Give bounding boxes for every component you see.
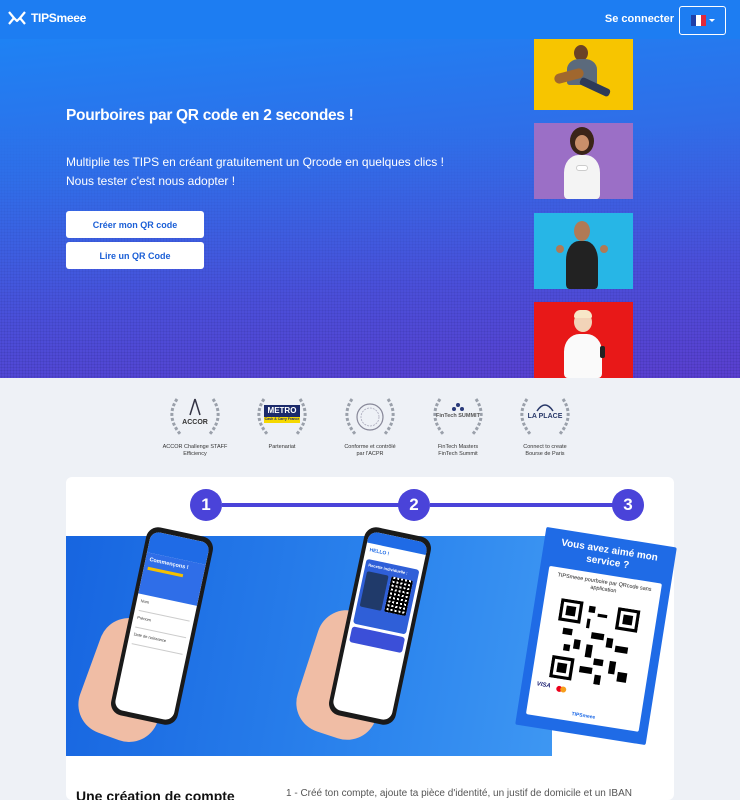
award-caption-line: Connect to create (523, 444, 567, 450)
hero-section: Pourboires par QR code en 2 secondes ! M… (0, 39, 740, 378)
chevron-down-icon (708, 19, 715, 22)
award-logo: METRO (267, 406, 297, 415)
section-title: Une création de compte (76, 788, 235, 800)
award-caption-line: Bourse de Paris (525, 451, 565, 457)
award-caption-line: Conforme et contrôlé (344, 444, 396, 450)
flyer-brand: TIPSmeee (571, 711, 596, 721)
award-logo: LA PLACE (527, 413, 563, 420)
visa-logo: VISA (536, 681, 552, 690)
step-3-badge: 3 (612, 489, 644, 521)
mastercard-icon (555, 685, 567, 693)
award-caption-line: FinTech Masters (437, 444, 479, 450)
flyer-card: TIPSmeee pourboire par QRcode sans appli… (525, 565, 662, 732)
language-selector[interactable] (679, 6, 726, 35)
step-connector (430, 503, 614, 507)
award-logo: FinTech SUMMIT (436, 413, 480, 419)
award-logo: ACCOR (182, 419, 208, 426)
brand-logo[interactable]: TIPSmeee (8, 10, 86, 26)
login-link[interactable]: Se connecter (605, 13, 674, 25)
tipsmeee-logo-icon (8, 11, 26, 25)
award-caption-line: par l'ACPR (356, 451, 384, 457)
award-caption: Partenariat (237, 444, 327, 451)
award-caption: Connect to create Bourse de Paris (500, 444, 590, 458)
qr-code-icon (548, 598, 641, 686)
award-caption-line: ACCOR Challenge STAFF (162, 444, 228, 450)
section-text: 1 - Créé ton compte, ajoute ta pièce d'i… (286, 788, 632, 799)
award-caption-line: Partenariat (268, 444, 296, 450)
award-logo-sub: Cash & Carry France (264, 417, 300, 421)
create-qr-button[interactable]: Créer mon QR code (66, 211, 204, 238)
award-caption: Conforme et contrôlé par l'ACPR (325, 444, 415, 458)
read-qr-button[interactable]: Lire un QR Code (66, 242, 204, 269)
award-caption-line: FinTech Summit (438, 451, 478, 457)
hero-title: Pourboires par QR code en 2 secondes ! (66, 107, 354, 124)
step-2-badge: 2 (398, 489, 430, 521)
hero-subtitle-line1: Multiplie tes TIPS en créant gratuitemen… (66, 155, 444, 169)
award-caption: FinTech Masters FinTech Summit (413, 444, 503, 458)
award-laplace: LA PLACE Connect to create Bourse de Par… (500, 393, 590, 458)
laurel-wreath-icon (170, 398, 220, 436)
navbar: TIPSmeee Se connecter (0, 0, 740, 39)
award-caption-line: Efficiency (183, 451, 207, 457)
flag-france-icon (690, 15, 706, 26)
award-fintech: FinTech SUMMIT FinTech Masters FinTech S… (413, 393, 503, 458)
photo-woman-mic (534, 302, 633, 378)
brand-name: TIPSmeee (31, 11, 86, 25)
award-accor: ACCOR ACCOR Challenge STAFF Efficiency (150, 393, 240, 458)
award-metro: METRO Cash & Carry France Partenariat (237, 393, 327, 451)
awards-row: ACCOR ACCOR Challenge STAFF Efficiency M… (150, 393, 590, 463)
hero-subtitle: Multiplie tes TIPS en créant gratuitemen… (66, 153, 444, 191)
award-acpr: Conforme et contrôlé par l'ACPR (325, 393, 415, 458)
step-1-badge: 1 (190, 489, 222, 521)
photo-guitarist (534, 39, 633, 110)
photo-waitress (534, 123, 633, 199)
laurel-wreath-icon (345, 398, 395, 436)
award-caption: ACCOR Challenge STAFF Efficiency (150, 444, 240, 458)
photo-bartender (534, 213, 633, 289)
step-connector (222, 503, 400, 507)
hero-subtitle-line2: Nous tester c'est nous adopter ! (66, 174, 236, 188)
